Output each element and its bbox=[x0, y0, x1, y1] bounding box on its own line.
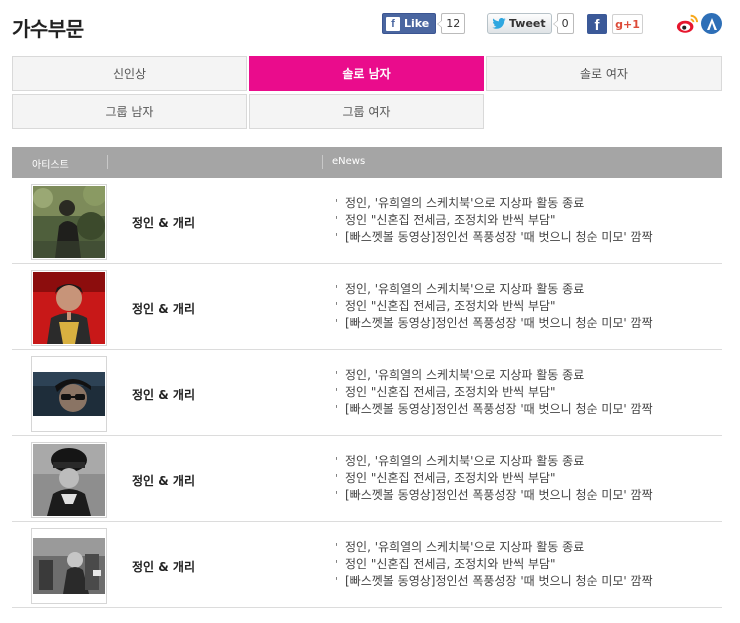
facebook-like-button[interactable]: f Like bbox=[382, 13, 437, 34]
tab-rookie[interactable]: 신인상 bbox=[12, 56, 247, 91]
news-link[interactable]: [빠스껫볼 동영상]정인선 폭풍성장 '때 벗으니 청순 미모' 깜짝 bbox=[335, 401, 653, 418]
artist-photo-image bbox=[33, 444, 105, 516]
artist-name[interactable]: 정인 & 개리 bbox=[132, 558, 195, 575]
tweet-button[interactable]: Tweet bbox=[487, 13, 552, 34]
tab-solo-male[interactable]: 솔로 남자 bbox=[249, 56, 484, 91]
facebook-like-widget: f Like 12 bbox=[382, 13, 466, 34]
table-row: 정인 & 개리 정인, '유희열의 스케치북'으로 지상파 활동 종료 정인 "… bbox=[12, 436, 722, 522]
facebook-like-count: 12 bbox=[437, 13, 466, 34]
kakao-story-glyph-icon bbox=[706, 17, 717, 30]
tab-group-female[interactable]: 그룹 여자 bbox=[249, 94, 484, 129]
tab-solo-female[interactable]: 솔로 여자 bbox=[486, 56, 722, 91]
table-row: 정인 & 개리 정인, '유희열의 스케치북'으로 지상파 활동 종료 정인 "… bbox=[12, 264, 722, 350]
table-row: 정인 & 개리 정인, '유희열의 스케치북'으로 지상파 활동 종료 정인 "… bbox=[12, 350, 722, 436]
tweet-widget: Tweet 0 bbox=[487, 13, 574, 34]
tweet-count: 0 bbox=[552, 13, 574, 34]
table-header: 아티스트 eNews bbox=[12, 147, 722, 178]
news-link[interactable]: 정인, '유희열의 스케치북'으로 지상파 활동 종료 bbox=[335, 281, 653, 298]
column-header-news: eNews bbox=[332, 156, 366, 167]
artist-photo-image bbox=[33, 186, 105, 258]
news-link[interactable]: 정인 "신혼집 전세금, 조정치와 반씩 부담" bbox=[335, 556, 653, 573]
artist-photo[interactable] bbox=[31, 528, 107, 604]
news-link[interactable]: 정인, '유희열의 스케치북'으로 지상파 활동 종료 bbox=[335, 539, 653, 556]
news-link[interactable]: [빠스껫볼 동영상]정인선 폭풍성장 '때 벗으니 청순 미모' 깜짝 bbox=[335, 573, 653, 590]
facebook-like-label: Like bbox=[404, 17, 430, 30]
page-title: 가수부문 bbox=[12, 17, 84, 41]
artist-photo[interactable] bbox=[31, 270, 107, 346]
artist-name[interactable]: 정인 & 개리 bbox=[132, 386, 195, 403]
artist-name[interactable]: 정인 & 개리 bbox=[132, 214, 195, 231]
news-link[interactable]: 정인 "신혼집 전세금, 조정치와 반씩 부담" bbox=[335, 470, 653, 487]
kakao-story-icon[interactable] bbox=[701, 13, 722, 34]
tab-group-male[interactable]: 그룹 남자 bbox=[12, 94, 247, 129]
news-list: 정인, '유희열의 스케치북'으로 지상파 활동 종료 정인 "신혼집 전세금,… bbox=[335, 195, 653, 246]
column-divider bbox=[322, 155, 323, 169]
news-link[interactable]: 정인, '유희열의 스케치북'으로 지상파 활동 종료 bbox=[335, 195, 653, 212]
artist-photo[interactable] bbox=[31, 356, 107, 432]
facebook-like-icon: f bbox=[386, 16, 400, 31]
page-header: 가수부문 f Like 12 Tweet 0 f g+1 bbox=[0, 0, 740, 52]
table-row: 정인 & 개리 정인, '유희열의 스케치북'으로 지상파 활동 종료 정인 "… bbox=[12, 522, 722, 608]
table-row: 정인 & 개리 정인, '유희열의 스케치북'으로 지상파 활동 종료 정인 "… bbox=[12, 178, 722, 264]
column-divider bbox=[107, 155, 108, 169]
artist-photo-image bbox=[33, 530, 105, 602]
column-header-artist: 아티스트 bbox=[32, 160, 69, 171]
artist-photo[interactable] bbox=[31, 442, 107, 518]
news-list: 정인, '유희열의 스케치북'으로 지상파 활동 종료 정인 "신혼집 전세금,… bbox=[335, 281, 653, 332]
news-list: 정인, '유희열의 스케치북'으로 지상파 활동 종료 정인 "신혼집 전세금,… bbox=[335, 367, 653, 418]
artist-name[interactable]: 정인 & 개리 bbox=[132, 472, 195, 489]
artist-photo-image bbox=[33, 358, 105, 430]
news-link[interactable]: [빠스껫볼 동영상]정인선 폭풍성장 '때 벗으니 청순 미모' 깜짝 bbox=[335, 315, 653, 332]
news-link[interactable]: 정인 "신혼집 전세금, 조정치와 반씩 부담" bbox=[335, 298, 653, 315]
news-link[interactable]: [빠스껫볼 동영상]정인선 폭풍성장 '때 벗으니 청순 미모' 깜짝 bbox=[335, 229, 653, 246]
weibo-icon[interactable] bbox=[676, 13, 698, 35]
news-list: 정인, '유희열의 스케치북'으로 지상파 활동 종료 정인 "신혼집 전세금,… bbox=[335, 453, 653, 504]
news-link[interactable]: 정인 "신혼집 전세금, 조정치와 반씩 부담" bbox=[335, 384, 653, 401]
news-link[interactable]: [빠스껫볼 동영상]정인선 폭풍성장 '때 벗으니 청순 미모' 깜짝 bbox=[335, 487, 653, 504]
news-link[interactable]: 정인, '유희열의 스케치북'으로 지상파 활동 종료 bbox=[335, 367, 653, 384]
artist-photo-image bbox=[33, 272, 105, 344]
artist-photo[interactable] bbox=[31, 184, 107, 260]
google-plus-button[interactable]: g+1 bbox=[612, 14, 643, 34]
twitter-bird-icon bbox=[492, 18, 506, 29]
artist-name[interactable]: 정인 & 개리 bbox=[132, 300, 195, 317]
news-list: 정인, '유희열의 스케치북'으로 지상파 활동 종료 정인 "신혼집 전세금,… bbox=[335, 539, 653, 590]
news-link[interactable]: 정인, '유희열의 스케치북'으로 지상파 활동 종료 bbox=[335, 453, 653, 470]
facebook-icon[interactable]: f bbox=[587, 14, 607, 34]
news-link[interactable]: 정인 "신혼집 전세금, 조정치와 반씩 부담" bbox=[335, 212, 653, 229]
tweet-label: Tweet bbox=[509, 17, 546, 30]
